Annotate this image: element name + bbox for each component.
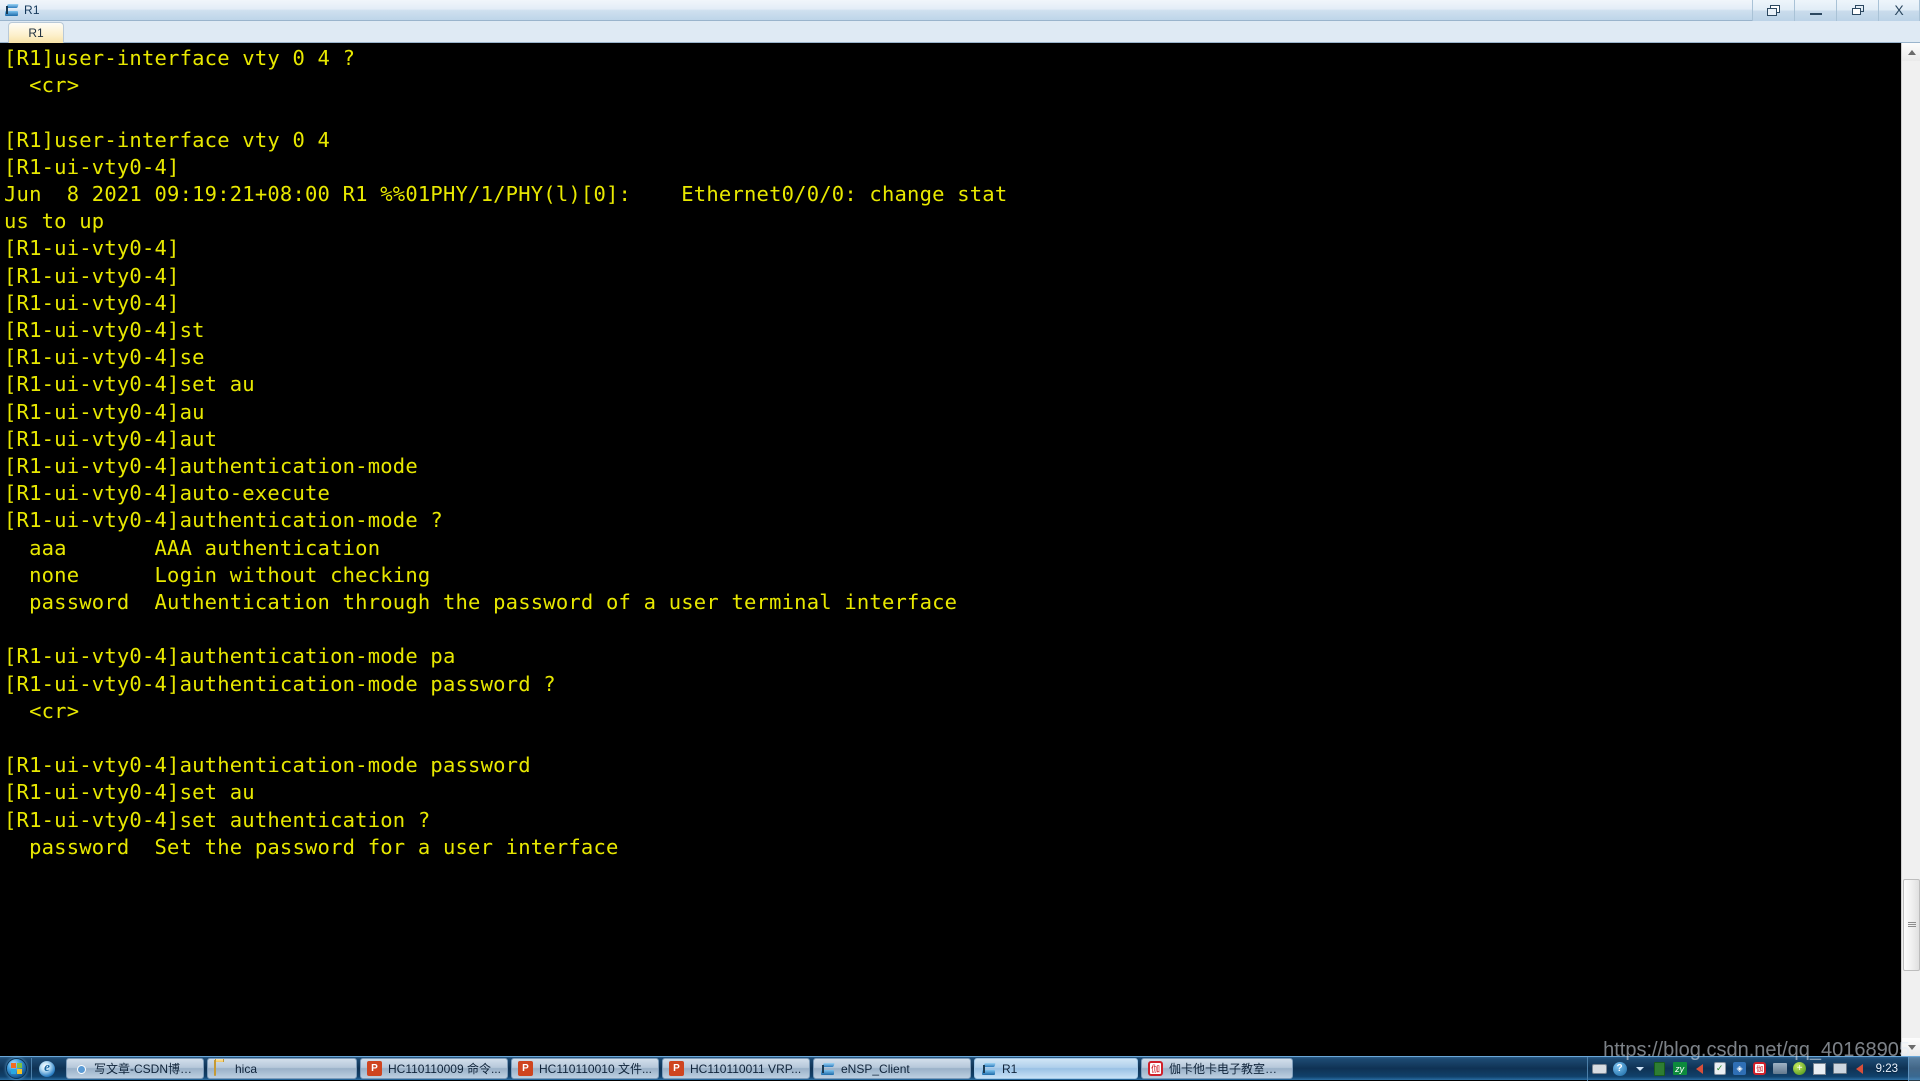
volume-icon[interactable] [1850, 1060, 1870, 1078]
minimize-button[interactable] [1794, 0, 1836, 21]
windows-app-icon[interactable] [1810, 1060, 1830, 1078]
powerpoint-icon: P [669, 1061, 685, 1077]
tab-strip: R1 [0, 21, 1920, 43]
start-button[interactable] [1, 1058, 31, 1080]
security-shield-icon[interactable]: ✓ [1710, 1060, 1730, 1078]
windows-start-orb-icon [6, 1058, 27, 1079]
terminal-console[interactable]: [R1]user-interface vty 0 4 ? <cr> [R1]us… [0, 43, 1901, 1056]
zy-input-method-icon[interactable]: zy [1670, 1060, 1690, 1078]
window-controls: X [1752, 0, 1920, 21]
close-icon: X [1894, 2, 1903, 18]
task-label: HC110110010 文件... [539, 1060, 652, 1077]
folder-icon [214, 1061, 230, 1077]
minimize-icon [1810, 13, 1822, 15]
monitor-icon[interactable] [1830, 1060, 1850, 1078]
green-plus-icon[interactable]: + [1790, 1060, 1810, 1078]
task-button-ppt-009[interactable]: P HC110110009 命令... [360, 1058, 508, 1079]
show-desktop-button[interactable] [1908, 1057, 1920, 1081]
window-title: R1 [24, 4, 40, 16]
red-app-icon[interactable]: 伽 [1750, 1060, 1770, 1078]
gaka-icon: 伽 [1148, 1061, 1164, 1077]
task-label: hica [235, 1062, 257, 1076]
quick-launch-bar [31, 1058, 62, 1080]
restore-down-button[interactable] [1752, 0, 1794, 21]
keyboard-icon[interactable] [1590, 1060, 1610, 1078]
task-label: 伽卡他卡电子教室教... [1169, 1060, 1286, 1077]
task-button-csdn-blog[interactable]: 写文章-CSDN博客 -... [66, 1058, 204, 1079]
scroll-down-arrow-icon [1908, 1045, 1916, 1050]
blue-app-icon[interactable]: ◈ [1730, 1060, 1750, 1078]
quick-launch-internet-explorer[interactable] [34, 1058, 60, 1080]
task-label: 写文章-CSDN博客 -... [94, 1060, 197, 1077]
task-label: HC110110011 VRP... [690, 1062, 801, 1076]
tab-r1[interactable]: R1 [8, 22, 64, 43]
maximize-icon [1852, 5, 1864, 15]
task-button-gaka-classroom[interactable]: 伽 伽卡他卡电子教室教... [1141, 1058, 1293, 1079]
scroll-up-button[interactable] [1902, 43, 1920, 61]
tab-label: R1 [28, 26, 43, 40]
close-button[interactable]: X [1878, 0, 1920, 21]
system-tray: ? zy ✓ ◈ 伽 + 9:23 [1587, 1057, 1906, 1081]
speaker-icon[interactable] [1690, 1060, 1710, 1078]
taskbar-clock[interactable]: 9:23 [1870, 1063, 1904, 1075]
task-button-ppt-011[interactable]: P HC110110011 VRP... [662, 1058, 810, 1079]
powerpoint-icon: P [367, 1061, 383, 1077]
taskbar-task-list: 写文章-CSDN博客 -... hica P HC110110009 命令...… [62, 1057, 1587, 1081]
task-label: HC110110009 命令... [388, 1060, 501, 1077]
task-label: eNSP_Client [841, 1062, 910, 1076]
powerpoint-icon: P [518, 1061, 534, 1077]
scroll-up-arrow-icon [1908, 50, 1916, 55]
task-button-hica-folder[interactable]: hica [207, 1058, 357, 1079]
terminal-scrollbar[interactable] [1901, 43, 1920, 1056]
ie-icon [39, 1061, 55, 1077]
ensp-icon [820, 1061, 836, 1077]
scroll-down-button[interactable] [1902, 1038, 1920, 1056]
task-button-ensp-client[interactable]: eNSP_Client [813, 1058, 971, 1079]
ensp-icon [981, 1061, 997, 1077]
scrollbar-grip-icon [1908, 922, 1916, 928]
terminal-output: [R1]user-interface vty 0 4 ? <cr> [R1]us… [4, 45, 1901, 861]
task-button-ppt-010[interactable]: P HC110110010 文件... [511, 1058, 659, 1079]
network-icon[interactable] [1770, 1060, 1790, 1078]
maximize-button[interactable] [1836, 0, 1878, 21]
window-title-bar[interactable]: R1 X [0, 0, 1920, 21]
restore-icon [1767, 5, 1780, 16]
task-button-r1[interactable]: R1 [974, 1058, 1138, 1079]
task-label: R1 [1002, 1062, 1017, 1076]
usb-icon[interactable] [1650, 1060, 1670, 1078]
show-hidden-icons-arrow-icon[interactable] [1630, 1060, 1650, 1078]
chrome-icon [73, 1061, 89, 1077]
ensp-router-icon [4, 2, 20, 18]
help-icon[interactable]: ? [1610, 1060, 1630, 1078]
windows-taskbar: 写文章-CSDN博客 -... hica P HC110110009 命令...… [0, 1056, 1920, 1080]
scrollbar-thumb[interactable] [1903, 879, 1920, 971]
